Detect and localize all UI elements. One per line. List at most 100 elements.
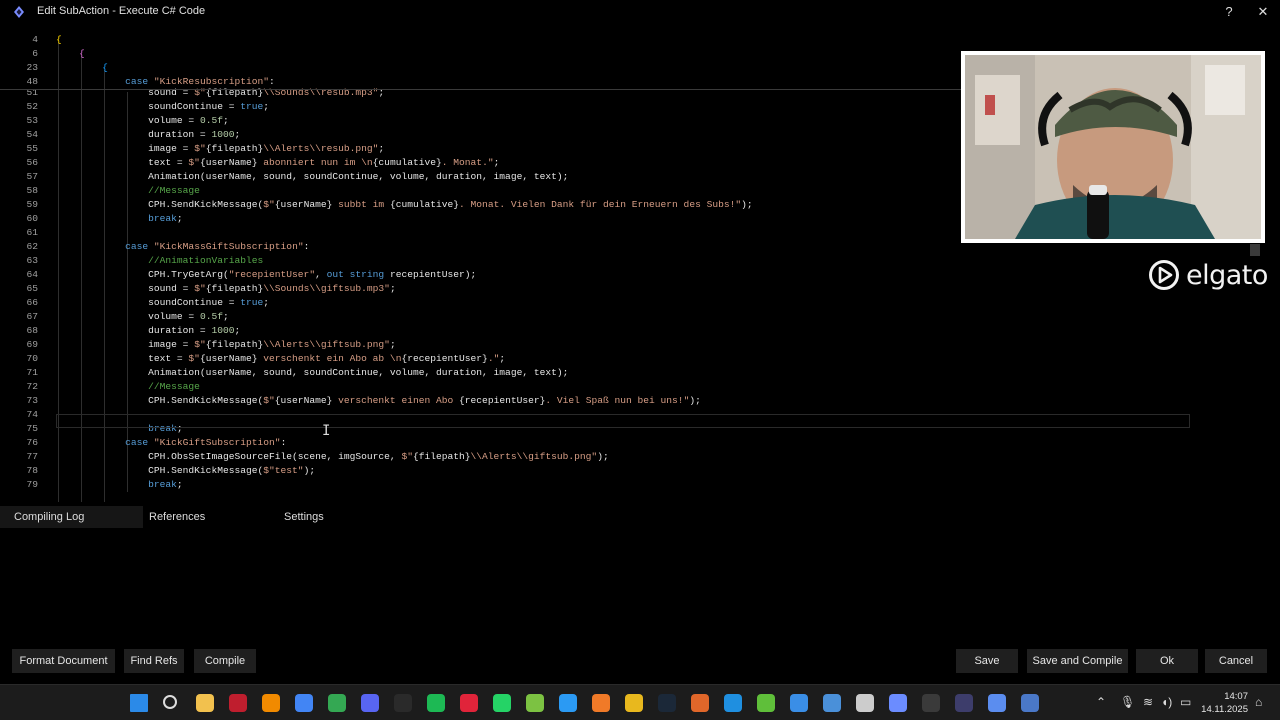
save-button[interactable]: Save xyxy=(956,649,1018,673)
vlc-icon[interactable] xyxy=(262,694,280,712)
scrollbar-thumb[interactable] xyxy=(1250,244,1260,256)
code-line[interactable]: 63 //AnimationVariables xyxy=(0,254,1190,268)
search-icon[interactable] xyxy=(163,695,177,709)
app-blue-square-icon[interactable] xyxy=(724,694,742,712)
code-line[interactable]: 4{ xyxy=(0,33,1190,47)
code-text: text = $"{userName} verschenkt ein Abo a… xyxy=(56,353,506,364)
code-text: soundContinue = true; xyxy=(56,297,270,308)
code-text: { xyxy=(79,48,85,59)
battery-icon[interactable]: ▭ xyxy=(1180,695,1191,709)
streamerbot-app-icon xyxy=(14,6,24,18)
affinity-icon[interactable] xyxy=(592,694,610,712)
code-line[interactable]: 71 Animation(userName, sound, soundConti… xyxy=(0,366,1190,380)
windows-taskbar: ⌃ 🎙︎ ≋ ◖) ▭ 14:07 14.11.2025 ⌂ xyxy=(0,684,1280,720)
code-text: { xyxy=(102,62,108,73)
line-number: 59 xyxy=(26,199,38,210)
app-red-diamond-icon[interactable] xyxy=(460,694,478,712)
chrome-profile-icon[interactable] xyxy=(328,694,346,712)
app-green-cube-icon[interactable] xyxy=(757,694,775,712)
line-number: 74 xyxy=(26,409,38,420)
code-text: CPH.ObsSetImageSourceFile(scene, imgSour… xyxy=(56,451,609,462)
code-text: volume = 0.5f; xyxy=(56,115,229,126)
save-and-compile-button[interactable]: Save and Compile xyxy=(1027,649,1128,673)
code-line[interactable]: 68 duration = 1000; xyxy=(0,324,1190,338)
app-notes-icon[interactable] xyxy=(988,694,1006,712)
elgato-wordmark: elgato xyxy=(1186,259,1268,291)
app-audio-icon[interactable] xyxy=(1021,694,1039,712)
discord-icon[interactable] xyxy=(361,694,379,712)
code-line[interactable]: 70 text = $"{userName} verschenkt ein Ab… xyxy=(0,352,1190,366)
text-cursor-icon: I xyxy=(322,423,331,439)
tab-references[interactable]: References xyxy=(135,506,255,528)
webcam-overlay xyxy=(961,51,1265,243)
vscode-icon[interactable] xyxy=(559,694,577,712)
code-text: //Message xyxy=(148,381,200,392)
code-line[interactable]: 79 break; xyxy=(0,478,1190,492)
epic-games-icon[interactable] xyxy=(394,694,412,712)
windows-start-icon[interactable] xyxy=(130,694,148,712)
code-line[interactable]: 66 soundContinue = true; xyxy=(0,296,1190,310)
app-yellow-icon[interactable] xyxy=(625,694,643,712)
elgato-logo: elgato xyxy=(1148,258,1268,292)
tray-overflow-icon[interactable]: ⌃ xyxy=(1096,695,1106,709)
line-number: 65 xyxy=(26,283,38,294)
steam-icon[interactable] xyxy=(658,694,676,712)
spotify-icon[interactable] xyxy=(427,694,445,712)
tab-settings[interactable]: Settings xyxy=(270,506,370,528)
cancel-button[interactable]: Cancel xyxy=(1205,649,1267,673)
window-title: Edit SubAction - Execute C# Code xyxy=(37,5,206,17)
webcam-image xyxy=(965,55,1261,239)
code-text: break; xyxy=(148,213,183,224)
ok-button[interactable]: Ok xyxy=(1136,649,1198,673)
app-network-icon[interactable] xyxy=(823,694,841,712)
line-number: 53 xyxy=(26,115,38,126)
streamerbot-icon[interactable] xyxy=(889,694,907,712)
line-number: 76 xyxy=(26,437,38,448)
app-blue-drop-icon[interactable] xyxy=(790,694,808,712)
line-number: 58 xyxy=(26,185,38,196)
notepad-plus-icon[interactable] xyxy=(526,694,544,712)
code-line[interactable]: 73 CPH.SendKickMessage($"{userName} vers… xyxy=(0,394,1190,408)
find-refs-button[interactable]: Find Refs xyxy=(124,649,184,673)
close-button[interactable]: ✕ xyxy=(1253,3,1273,21)
format-document-button[interactable]: Format Document xyxy=(12,649,115,673)
code-line[interactable]: 65 sound = $"{filepath}\\Sounds\\giftsub… xyxy=(0,282,1190,296)
code-line[interactable]: 67 volume = 0.5f; xyxy=(0,310,1190,324)
code-line[interactable]: 78 CPH.SendKickMessage($"test"); xyxy=(0,464,1190,478)
tab-compiling-log[interactable]: Compiling Log xyxy=(0,506,143,528)
code-text: CPH.SendKickMessage($"test"); xyxy=(56,465,316,476)
line-number: 73 xyxy=(26,395,38,406)
app-dark-circle-icon[interactable] xyxy=(955,694,973,712)
code-text: text = $"{userName} abonniert nun im \n{… xyxy=(56,157,500,168)
code-line[interactable]: 77 CPH.ObsSetImageSourceFile(scene, imgS… xyxy=(0,450,1190,464)
app-orange-icon[interactable] xyxy=(691,694,709,712)
obs-icon[interactable] xyxy=(856,694,874,712)
file-explorer-icon[interactable] xyxy=(196,694,214,712)
line-number: 78 xyxy=(26,465,38,476)
whatsapp-icon[interactable] xyxy=(493,694,511,712)
code-line[interactable]: 64 CPH.TryGetArg("recepientUser", out st… xyxy=(0,268,1190,282)
microphone-icon[interactable]: 🎙︎ xyxy=(1120,695,1135,709)
code-text: sound = $"{filepath}\\Sounds\\giftsub.mp… xyxy=(56,283,396,294)
app-davinci-icon[interactable] xyxy=(922,694,940,712)
help-button[interactable]: ? xyxy=(1219,3,1239,21)
code-text: { xyxy=(56,34,62,45)
code-line[interactable]: 76 case "KickGiftSubscription": xyxy=(0,436,1190,450)
line-number: 66 xyxy=(26,297,38,308)
code-text: CPH.SendKickMessage($"{userName} subbt i… xyxy=(56,199,753,210)
volume-icon[interactable]: ◖) xyxy=(1161,695,1172,709)
code-text: //Message xyxy=(148,185,200,196)
current-line-highlight xyxy=(56,414,1190,428)
code-line[interactable]: 69 image = $"{filepath}\\Alerts\\giftsub… xyxy=(0,338,1190,352)
wifi-icon[interactable]: ≋ xyxy=(1143,695,1153,709)
line-number: 79 xyxy=(26,479,38,490)
notification-bell-icon[interactable]: ⌂ xyxy=(1255,695,1262,709)
line-number: 72 xyxy=(26,381,38,392)
code-line[interactable]: 72 //Message xyxy=(0,380,1190,394)
filezilla-icon[interactable] xyxy=(229,694,247,712)
code-text: image = $"{filepath}\\Alerts\\resub.png"… xyxy=(56,143,385,154)
compile-button[interactable]: Compile xyxy=(194,649,256,673)
system-clock[interactable]: 14:07 14.11.2025 xyxy=(1196,690,1248,716)
line-number: 75 xyxy=(26,423,38,434)
chrome-icon[interactable] xyxy=(295,694,313,712)
